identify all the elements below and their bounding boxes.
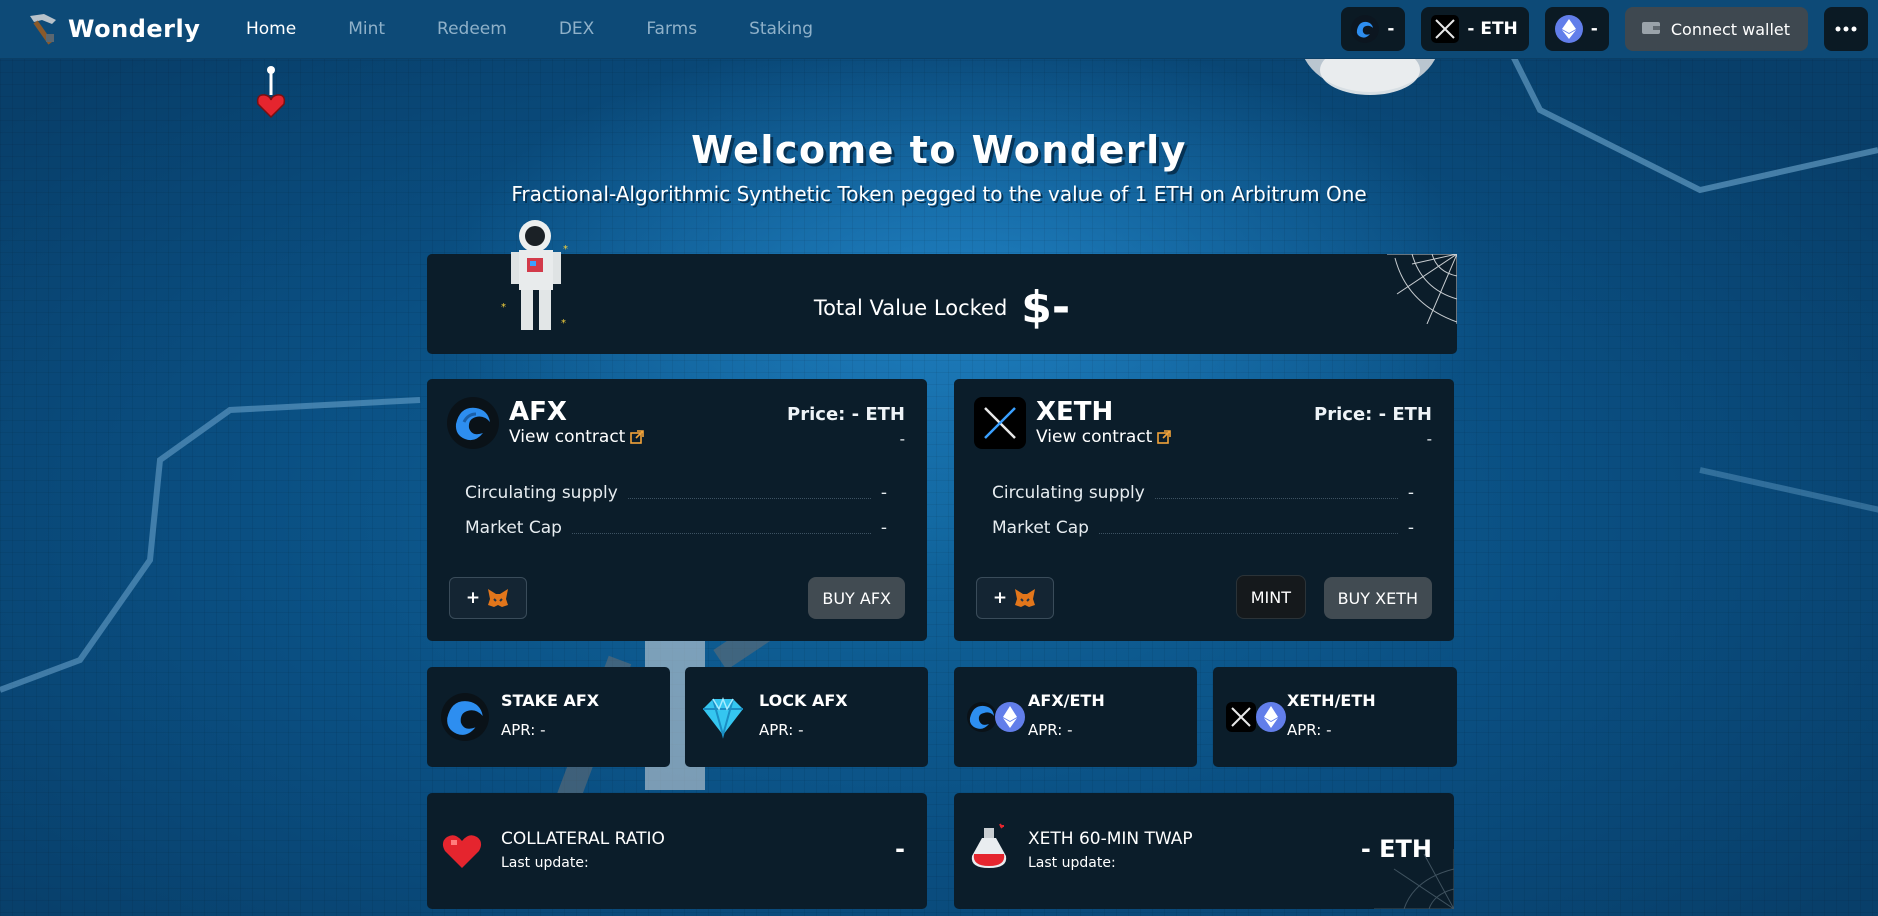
stake-afx-title: STAKE AFX [501, 691, 600, 710]
stake-afx-card[interactable]: STAKE AFX APR: - [427, 667, 670, 767]
nav-home[interactable]: Home [246, 19, 296, 39]
external-link-icon [630, 430, 645, 444]
xeth-circulating-label: Circulating supply [992, 483, 1145, 503]
nav-mint[interactable]: Mint [348, 19, 385, 39]
afx-name: AFX [509, 397, 567, 427]
afx-mcap-label: Market Cap [465, 518, 562, 538]
xeth-token-icon [1431, 15, 1460, 43]
afx-circulating-row: Circulating supply - [465, 483, 887, 503]
afx-eth-pair-icon [966, 693, 1030, 741]
xeth-add-to-metamask-button[interactable]: + [976, 577, 1054, 619]
nav-redeem[interactable]: Redeem [437, 19, 507, 39]
collateral-ratio-update: Last update: [501, 855, 589, 871]
afx-price-sub: - [899, 430, 905, 448]
afx-logo-icon [447, 397, 499, 449]
xeth-price-pill[interactable]: - ETH [1421, 7, 1529, 51]
stake-afx-apr: APR: - [501, 721, 546, 739]
pickaxe-logo-icon [30, 14, 56, 45]
metamask-fox-icon [1015, 589, 1036, 607]
afx-logo-icon [441, 693, 489, 741]
diamond-icon [699, 693, 747, 741]
more-dots-icon [1835, 26, 1857, 32]
nav-farms[interactable]: Farms [646, 19, 697, 39]
xeth-price: Price: - ETH [1314, 404, 1432, 425]
nav-dex[interactable]: DEX [559, 19, 594, 39]
nav-staking[interactable]: Staking [749, 19, 813, 39]
afx-price-value: - [1387, 19, 1395, 39]
tvl-panel: * * * Total Value Locked $- [427, 220, 1457, 354]
xeth-view-contract-label: View contract [1036, 427, 1153, 447]
xeth-mcap-value: - [1407, 518, 1414, 538]
page-title: Welcome to Wonderly [691, 128, 1187, 172]
xeth-mcap-label: Market Cap [992, 518, 1089, 538]
tvl-label: Total Value Locked [813, 295, 1008, 320]
afx-price-pill[interactable]: - [1341, 7, 1406, 51]
brand-name: Wonderly [68, 15, 201, 43]
metamask-fox-icon [488, 589, 509, 607]
afx-view-contract-label: View contract [509, 427, 626, 447]
xeth-price-value: - ETH [1467, 19, 1518, 39]
top-navbar: Wonderly Home Mint Redeem DEX Farms Stak… [0, 0, 1878, 59]
buy-xeth-button[interactable]: BUY XETH [1323, 577, 1432, 619]
connect-wallet-label: Connect wallet [1670, 19, 1790, 39]
afx-eth-apr: APR: - [1028, 721, 1073, 739]
connect-wallet-button[interactable]: Connect wallet [1624, 7, 1808, 51]
afx-price: Price: - ETH [787, 404, 905, 425]
xeth-eth-pair-icon [1225, 693, 1289, 741]
plus-label: + [465, 588, 481, 608]
xeth-eth-title: XETH/ETH [1287, 691, 1376, 710]
afx-circulating-label: Circulating supply [465, 483, 618, 503]
collateral-ratio-card: COLLATERAL RATIO Last update: - [427, 793, 927, 909]
xeth-token-card: XETH View contract Price: - ETH - Circul… [954, 379, 1454, 641]
afx-eth-farm-card[interactable]: AFX/ETH APR: - [954, 667, 1197, 767]
svg-text:*: * [563, 244, 568, 255]
buy-afx-button[interactable]: BUY AFX [808, 577, 905, 619]
afx-mcap-row: Market Cap - [465, 518, 887, 538]
collateral-ratio-title: COLLATERAL RATIO [501, 829, 665, 849]
xeth-twap-card: XETH 60-MIN TWAP Last update: - ETH [954, 793, 1454, 909]
collateral-ratio-value: - [895, 835, 905, 863]
eth-price-value: - [1590, 19, 1598, 39]
main-nav: Home Mint Redeem DEX Farms Staking [246, 0, 865, 58]
page-subtitle: Fractional-Algorithmic Synthetic Token p… [511, 182, 1367, 206]
lock-afx-card[interactable]: LOCK AFX APR: - [685, 667, 928, 767]
afx-token-card: AFX View contract Price: - ETH - Circula… [427, 379, 927, 641]
afx-mcap-value: - [880, 518, 887, 538]
xeth-twap-update: Last update: [1028, 855, 1116, 871]
potion-icon [968, 823, 1012, 871]
xeth-circulating-row: Circulating supply - [992, 483, 1414, 503]
eth-token-icon [1554, 15, 1583, 43]
header-actions: - - ETH - Connect wallet [1341, 7, 1868, 51]
xeth-eth-apr: APR: - [1287, 721, 1332, 739]
xeth-eth-farm-card[interactable]: XETH/ETH APR: - [1213, 667, 1457, 767]
afx-circulating-value: - [880, 483, 887, 503]
xeth-twap-title: XETH 60-MIN TWAP [1028, 829, 1193, 849]
xeth-circulating-value: - [1407, 483, 1414, 503]
tvl-value: $- [1021, 282, 1071, 333]
xeth-price-sub: - [1426, 430, 1432, 448]
xeth-twap-value: - ETH [1360, 835, 1432, 863]
afx-add-to-metamask-button[interactable]: + [449, 577, 527, 619]
external-link-icon [1157, 430, 1172, 444]
heart-icon [441, 827, 483, 875]
brand-logo[interactable]: Wonderly [26, 10, 200, 48]
xeth-logo-icon [974, 397, 1026, 449]
afx-eth-title: AFX/ETH [1028, 691, 1105, 710]
afx-token-icon [1351, 15, 1380, 43]
wallet-icon [1639, 16, 1663, 42]
mint-button[interactable]: MINT [1235, 575, 1306, 619]
eth-price-pill[interactable]: - [1544, 7, 1609, 51]
lock-afx-apr: APR: - [759, 721, 804, 739]
xeth-mcap-row: Market Cap - [992, 518, 1414, 538]
plus-label: + [992, 588, 1008, 608]
xeth-view-contract-link[interactable]: View contract [1036, 427, 1172, 447]
more-menu-button[interactable] [1824, 7, 1868, 51]
lock-afx-title: LOCK AFX [759, 691, 848, 710]
afx-view-contract-link[interactable]: View contract [509, 427, 645, 447]
xeth-name: XETH [1036, 397, 1114, 427]
